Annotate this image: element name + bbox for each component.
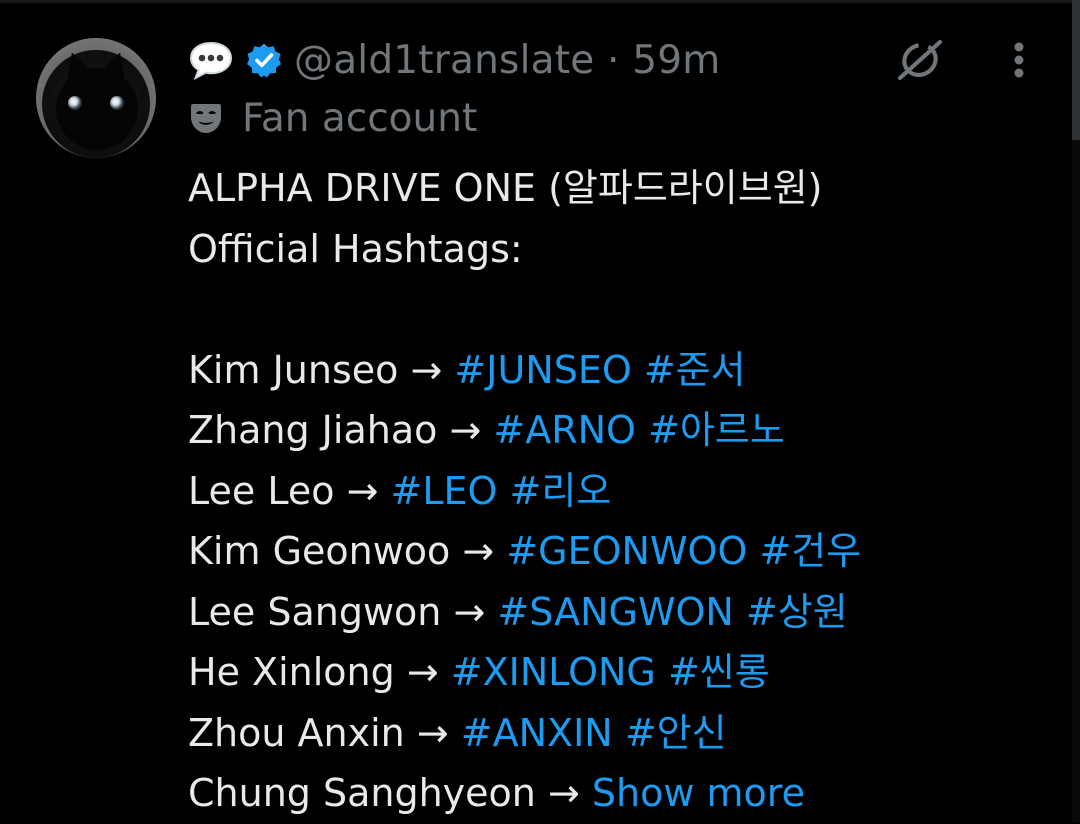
hashtag-link[interactable]: #SANGWON: [497, 590, 733, 634]
avatar-cat-right-eye: [110, 96, 124, 110]
arrow-glyph: →: [410, 347, 443, 392]
hashtag-link[interactable]: #LEO: [391, 469, 498, 513]
scrollbar-thumb[interactable]: [1072, 0, 1080, 140]
top-divider: [0, 0, 1080, 3]
member-name: Zhou Anxin: [188, 710, 405, 755]
hashtag-link[interactable]: #아르노: [648, 408, 785, 452]
hashtag-link[interactable]: #JUNSEO: [454, 348, 631, 392]
show-more-link[interactable]: Show more: [592, 771, 805, 815]
post-time[interactable]: 59m: [632, 38, 720, 83]
avatar-cat-left-eye: [68, 96, 82, 110]
meta-separator: ·: [607, 37, 620, 83]
arrow-glyph: →: [462, 529, 495, 573]
avatar-cat-face: [56, 68, 138, 150]
member-line-truncated: Chung Sanghyeon → Show more: [188, 763, 1048, 824]
post-subtitle-line: Official Hashtags:: [188, 226, 523, 271]
member-line: Kim Geonwoo → #GEONWOO #건우: [188, 521, 1048, 582]
member-name: Lee Sangwon: [188, 589, 442, 634]
hashtag-link[interactable]: #ARNO: [493, 408, 636, 452]
hashtag-link[interactable]: #씬롱: [668, 650, 770, 694]
grok-icon[interactable]: [896, 38, 946, 81]
arrow-glyph: →: [346, 468, 379, 513]
post-title-line: ALPHA DRIVE ONE (알파드라이브원): [188, 166, 823, 210]
hashtag-link[interactable]: #리오: [510, 469, 612, 513]
member-line: Zhou Anxin → #ANXIN #안신: [188, 703, 1048, 764]
member-line: Lee Leo → #LEO #리오: [188, 461, 1048, 522]
arrow-glyph: →: [453, 589, 486, 634]
member-line: Zhang Jiahao → #ARNO #아르노: [188, 400, 1048, 461]
hashtag-link[interactable]: #XINLONG: [451, 650, 656, 694]
member-name: Kim Geonwoo: [188, 529, 451, 573]
member-line: Kim Junseo → #JUNSEO #준서: [188, 340, 1048, 401]
speech-bubble-icon: [188, 40, 234, 81]
post-body: ALPHA DRIVE ONE (알파드라이브원) Official Hasht…: [188, 158, 1048, 824]
member-name: He Xinlong: [188, 650, 395, 694]
member-line: Lee Sangwon → #SANGWON #상원: [188, 582, 1048, 643]
post-header: @ald1translate · 59m: [188, 34, 720, 86]
author-handle[interactable]: @ald1translate: [294, 38, 594, 83]
arrow-glyph: →: [449, 408, 482, 452]
account-label-text: Fan account: [242, 95, 478, 141]
mask-icon: [188, 100, 224, 136]
hashtag-link[interactable]: #상원: [746, 590, 848, 634]
arrow-glyph: →: [406, 650, 439, 694]
scrollbar[interactable]: [1072, 0, 1080, 822]
post-meta: @ald1translate · 59m: [294, 38, 720, 83]
verified-badge-icon[interactable]: [246, 42, 282, 78]
arrow-glyph: →: [547, 771, 580, 815]
member-name: Chung Sanghyeon: [188, 771, 536, 815]
member-name: Zhang Jiahao: [188, 408, 438, 452]
more-options-icon[interactable]: [1004, 38, 1034, 82]
hashtag-link[interactable]: #준서: [644, 348, 746, 392]
hashtag-link[interactable]: #GEONWOO: [506, 529, 747, 573]
member-line: He Xinlong → #XINLONG #씬롱: [188, 642, 1048, 703]
account-label[interactable]: Fan account: [188, 94, 477, 142]
avatar[interactable]: [36, 38, 156, 158]
arrow-glyph: →: [416, 710, 449, 755]
member-name: Kim Junseo: [188, 347, 399, 392]
hashtag-link[interactable]: #건우: [759, 529, 861, 573]
hashtag-link[interactable]: #안신: [625, 711, 727, 755]
hashtag-link[interactable]: #ANXIN: [461, 711, 613, 755]
member-name: Lee Leo: [188, 468, 335, 513]
